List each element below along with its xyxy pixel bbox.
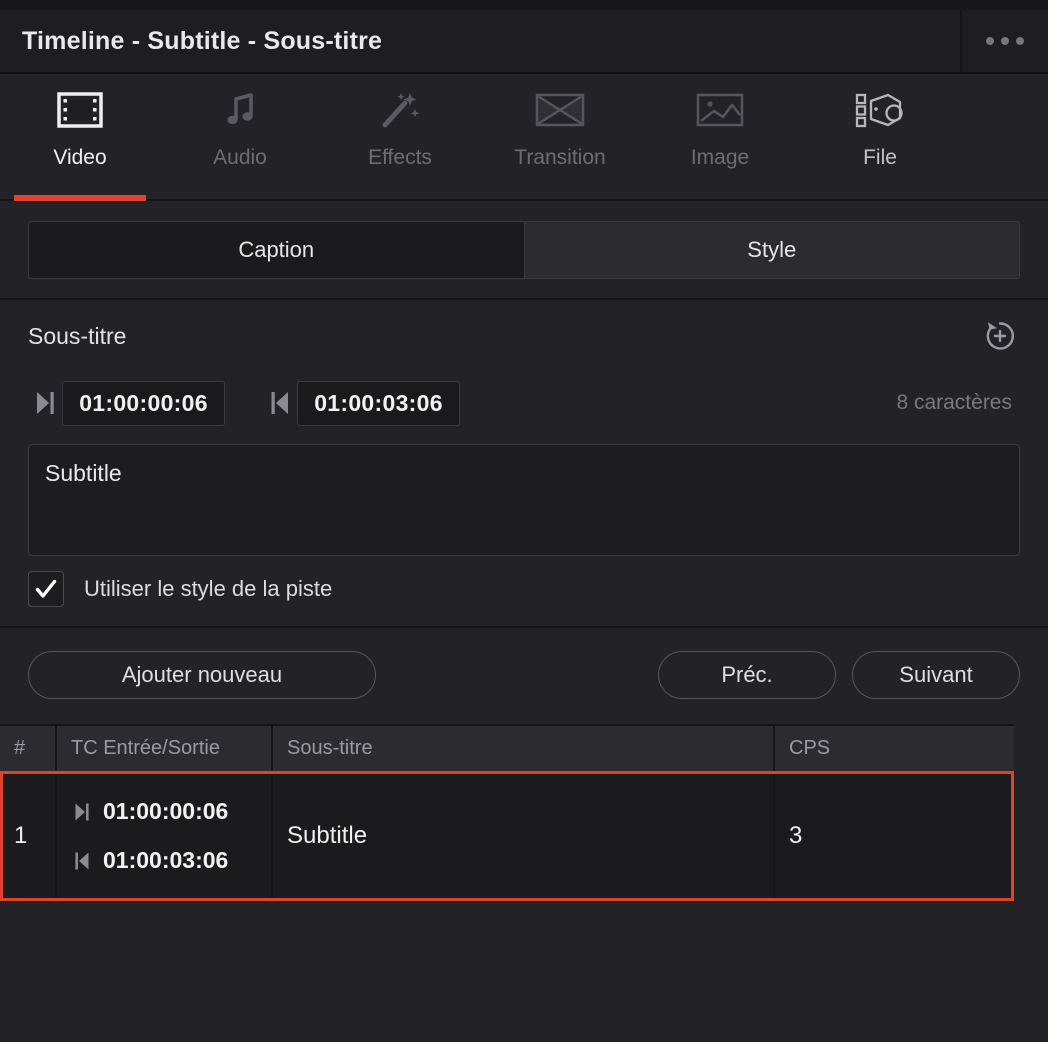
timecode-in-field[interactable]: 01:00:00:06	[62, 381, 225, 426]
tab-file-label: File	[863, 146, 897, 170]
column-header-number[interactable]: #	[0, 725, 56, 771]
tab-file[interactable]: File	[800, 84, 960, 197]
app-root: Timeline - Subtitle - Sous-titre	[0, 0, 1058, 1048]
row-timecode-in: 01:00:00:06	[71, 798, 257, 825]
use-track-style-row[interactable]: Utiliser le style de la piste	[28, 556, 1020, 622]
mark-out-icon	[263, 390, 297, 416]
caption-action-buttons: Ajouter nouveau Préc. Suivant	[0, 628, 1048, 722]
inspector-tabs: Video Audio	[0, 74, 1048, 201]
tab-video-active-underline	[14, 195, 146, 201]
tab-effects-label: Effects	[368, 146, 432, 170]
tab-transition[interactable]: Transition	[480, 84, 640, 197]
timecode-row: 01:00:00:06 01:00:03:06 8 caractères	[28, 372, 1020, 434]
mark-out-icon	[71, 851, 93, 871]
table-row[interactable]: 1 01:00:00:06	[0, 771, 1014, 901]
tab-effects[interactable]: Effects	[320, 84, 480, 197]
column-header-timecode[interactable]: TC Entrée/Sortie	[56, 725, 272, 771]
row-subtitle-cell[interactable]: Subtitle	[272, 771, 774, 901]
tab-audio[interactable]: Audio	[160, 84, 320, 197]
film-strip-icon	[57, 84, 103, 136]
reset-plus-icon[interactable]	[980, 316, 1020, 356]
magic-wand-icon	[379, 84, 421, 136]
segment-caption[interactable]: Caption	[29, 222, 525, 278]
picture-icon	[696, 84, 744, 136]
use-track-style-checkbox[interactable]	[28, 571, 64, 607]
panel-options-button[interactable]	[960, 10, 1048, 72]
ellipsis-icon-dot-1	[986, 37, 994, 45]
row-timecode-out: 01:00:03:06	[71, 847, 257, 874]
segment-style[interactable]: Style	[525, 222, 1020, 278]
tab-image-label: Image	[691, 146, 749, 170]
subtitle-text-input[interactable]: Subtitle	[28, 444, 1020, 556]
panel-titlebar: Timeline - Subtitle - Sous-titre	[0, 10, 1048, 74]
add-new-button[interactable]: Ajouter nouveau	[28, 651, 376, 699]
subtitle-section-header: Sous-titre	[28, 300, 1020, 372]
window-top-edge	[0, 0, 1048, 10]
tab-image[interactable]: Image	[640, 84, 800, 197]
row-timecode-in-value: 01:00:00:06	[103, 798, 228, 825]
subtitle-list: # TC Entrée/Sortie Sous-titre CPS 1	[0, 722, 1048, 947]
row-number-cell: 1	[0, 771, 56, 901]
subtitle-section-title: Sous-titre	[28, 323, 126, 350]
caption-style-switch-container: Caption Style	[0, 201, 1048, 300]
transition-icon	[535, 84, 585, 136]
subtitle-table: # TC Entrée/Sortie Sous-titre CPS 1	[0, 724, 1014, 901]
inspector-panel: Timeline - Subtitle - Sous-titre	[0, 10, 1048, 1042]
tab-audio-label: Audio	[213, 146, 267, 170]
mark-in-icon	[71, 802, 93, 822]
column-header-cps[interactable]: CPS	[774, 725, 1014, 771]
caption-body: Sous-titre 01:00:00:06	[0, 300, 1048, 622]
character-count-label: 8 caractères	[896, 391, 1020, 415]
camera-file-icon	[855, 84, 905, 136]
music-note-icon	[220, 84, 260, 136]
row-timecode-cell: 01:00:00:06 01:00:03:06	[56, 771, 272, 901]
ellipsis-icon-dot-3	[1016, 37, 1024, 45]
table-header-row: # TC Entrée/Sortie Sous-titre CPS	[0, 725, 1014, 771]
mark-in-icon	[28, 390, 62, 416]
timecode-out-field[interactable]: 01:00:03:06	[297, 381, 460, 426]
column-header-subtitle[interactable]: Sous-titre	[272, 725, 774, 771]
caption-style-segmented-control[interactable]: Caption Style	[28, 221, 1020, 279]
checkmark-icon	[34, 577, 58, 601]
subtitle-list-empty-area	[0, 901, 1014, 947]
tab-transition-label: Transition	[514, 146, 605, 170]
tab-video[interactable]: Video	[0, 84, 160, 197]
row-timecode-out-value: 01:00:03:06	[103, 847, 228, 874]
use-track-style-label: Utiliser le style de la piste	[84, 576, 332, 602]
panel-title: Timeline - Subtitle - Sous-titre	[0, 27, 382, 56]
panel-bottom-edge	[0, 1036, 1048, 1042]
tab-video-label: Video	[53, 146, 106, 170]
next-button[interactable]: Suivant	[852, 651, 1020, 699]
ellipsis-icon-dot-2	[1001, 37, 1009, 45]
previous-button[interactable]: Préc.	[658, 651, 836, 699]
row-cps-cell: 3	[774, 771, 1014, 901]
